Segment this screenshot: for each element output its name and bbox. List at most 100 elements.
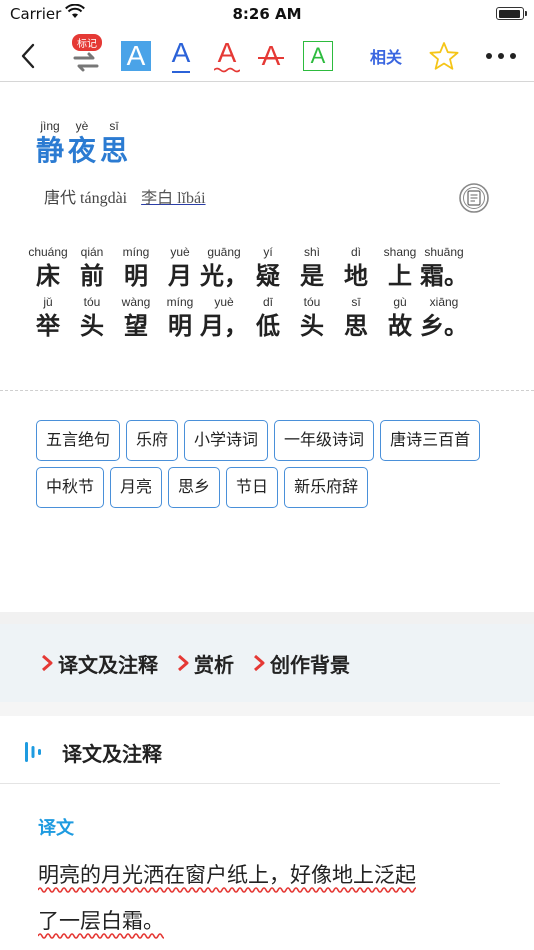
verse-hanzi: 光， <box>200 262 248 290</box>
nav-link[interactable]: 译文及注释 <box>40 649 158 678</box>
section-nav: 译文及注释 赏析 创作背景 <box>0 624 534 702</box>
title-char: 静 <box>36 134 65 167</box>
translation-stamp-icon[interactable] <box>458 182 490 214</box>
tag-chip[interactable]: 节日 <box>226 467 279 508</box>
mark-badge: 标记 <box>72 34 102 51</box>
title-char: 夜 <box>68 134 97 167</box>
verse-char: dì 地 <box>334 244 378 292</box>
verse-hanzi: 明 <box>124 262 148 290</box>
verse-char: xiāng 乡。 <box>420 294 468 342</box>
verse-hanzi: 头 <box>80 312 104 340</box>
translation-line-text: 了一层白霜。 <box>38 909 164 933</box>
verse-hanzi: 前 <box>80 262 104 290</box>
verse-pinyin: dì <box>350 245 361 259</box>
verse-hanzi: 低 <box>256 312 280 340</box>
verse-line-1: chuáng 床 qián 前 míng 明 yuè 月 guāng 光， yí 疑 shì 是 dì 地 sh… <box>26 244 468 292</box>
font-highlight-button[interactable]: A <box>118 30 154 82</box>
verse-hanzi: 月， <box>200 312 248 340</box>
author-link[interactable]: 李白 lĭbái <box>141 190 205 207</box>
section-title: 译文及注释 <box>62 742 162 766</box>
tag-chip[interactable]: 月亮 <box>110 467 163 508</box>
tag-chip[interactable]: 小学诗词 <box>184 420 269 461</box>
dashed-divider <box>0 390 534 391</box>
verse-char: jǔ 举 <box>26 294 70 342</box>
more-button[interactable] <box>478 30 524 82</box>
tag-chip[interactable]: 唐诗三百首 <box>380 420 481 461</box>
poem-title: jìng 静 yè 夜 sī 思 <box>36 118 132 168</box>
title-char-group: sī 思 <box>100 118 128 168</box>
favorite-button[interactable] <box>424 30 464 82</box>
tag-chip[interactable]: 乐府 <box>126 420 179 461</box>
verse-char: gù 故 <box>378 294 422 342</box>
section-gap <box>0 702 534 716</box>
font-frame-button[interactable]: A <box>298 30 338 82</box>
verse-pinyin: jǔ <box>43 295 53 309</box>
translation-line-text: 明亮的月光洒在窗户纸上，好像地上泛起 <box>38 863 416 887</box>
nav-link[interactable]: 赏析 <box>176 649 234 678</box>
nav-link-label: 译文及注释 <box>58 652 158 677</box>
verse-char: tóu 头 <box>290 294 334 342</box>
verse-char: míng 明 <box>114 244 158 292</box>
font-frame-icon: A <box>303 41 333 71</box>
chevron-right-icon <box>254 654 265 672</box>
verse-pinyin: chuáng <box>28 245 68 259</box>
chevron-left-icon <box>21 43 35 69</box>
verse-char: guāng 光， <box>200 244 248 292</box>
verse-hanzi: 地 <box>344 262 368 290</box>
verse-hanzi: 望 <box>124 312 148 340</box>
verse-char: wàng 望 <box>114 294 158 342</box>
verse-pinyin: míng <box>122 245 150 259</box>
title-pinyin: yè <box>75 119 89 133</box>
title-pinyin: jìng <box>40 119 60 133</box>
related-button[interactable]: 相关 <box>362 30 410 82</box>
verse-pinyin: yuè <box>170 245 190 259</box>
font-underline-button[interactable]: A <box>162 30 200 82</box>
verse-hanzi: 疑 <box>256 262 280 290</box>
back-button[interactable] <box>10 30 46 82</box>
verse-char: dī 低 <box>246 294 290 342</box>
verse-char: yuè 月， <box>200 294 248 342</box>
wavy-underline <box>38 933 164 939</box>
verse-char: yí 疑 <box>246 244 290 292</box>
section-header: 译文及注释 <box>0 720 500 784</box>
verse-hanzi: 是 <box>300 262 324 290</box>
verse-hanzi: 霜。 <box>420 262 468 290</box>
translation-label: 译文 <box>38 818 74 839</box>
audio-wave-icon[interactable] <box>24 740 42 764</box>
tag-list: 五言绝句 乐府 小学诗词 一年级诗词 唐诗三百首中秋节 月亮 思乡 节日 新乐府辞 <box>36 420 506 508</box>
tag-chip[interactable]: 中秋节 <box>36 467 105 508</box>
chevron-right-icon <box>42 654 53 672</box>
tag-chip[interactable]: 五言绝句 <box>36 420 121 461</box>
nav-link-label: 创作背景 <box>270 652 350 677</box>
verse-hanzi: 床 <box>36 262 60 290</box>
nav-link[interactable]: 创作背景 <box>252 649 350 678</box>
verse-char: yuè 月 <box>158 244 202 292</box>
font-wavy-button[interactable]: A <box>208 30 246 82</box>
title-char-group: yè 夜 <box>68 118 96 168</box>
verse-hanzi: 故 <box>388 312 412 340</box>
verse-hanzi: 月 <box>168 262 192 290</box>
wavy-underline <box>38 887 416 893</box>
verse-pinyin: dī <box>262 295 273 309</box>
verse-char: chuáng 床 <box>26 244 70 292</box>
verse-pinyin: shang <box>383 245 417 259</box>
font-strikethrough-button[interactable]: A <box>252 30 290 82</box>
verse-char: qián 前 <box>70 244 114 292</box>
verse-pinyin: shuāng <box>424 245 464 259</box>
verse-pinyin: xiāng <box>429 295 459 309</box>
verse-pinyin: wàng <box>121 295 151 309</box>
verse-char: shang 上 <box>378 244 422 292</box>
dynasty-label: 唐代 <box>44 190 77 207</box>
verse-pinyin: tóu <box>303 295 321 309</box>
section-gap <box>0 612 534 624</box>
tag-chip[interactable]: 一年级诗词 <box>274 420 375 461</box>
swap-arrows-icon <box>73 52 99 72</box>
verse-hanzi: 头 <box>300 312 324 340</box>
tag-chip[interactable]: 新乐府辞 <box>284 467 369 508</box>
verse-pinyin: shì <box>303 245 320 259</box>
verse-hanzi: 举 <box>36 312 60 340</box>
mark-button[interactable]: 标记 <box>64 30 108 82</box>
nav-link-label: 赏析 <box>194 652 234 677</box>
verse-pinyin: gù <box>393 295 407 309</box>
tag-chip[interactable]: 思乡 <box>168 467 221 508</box>
